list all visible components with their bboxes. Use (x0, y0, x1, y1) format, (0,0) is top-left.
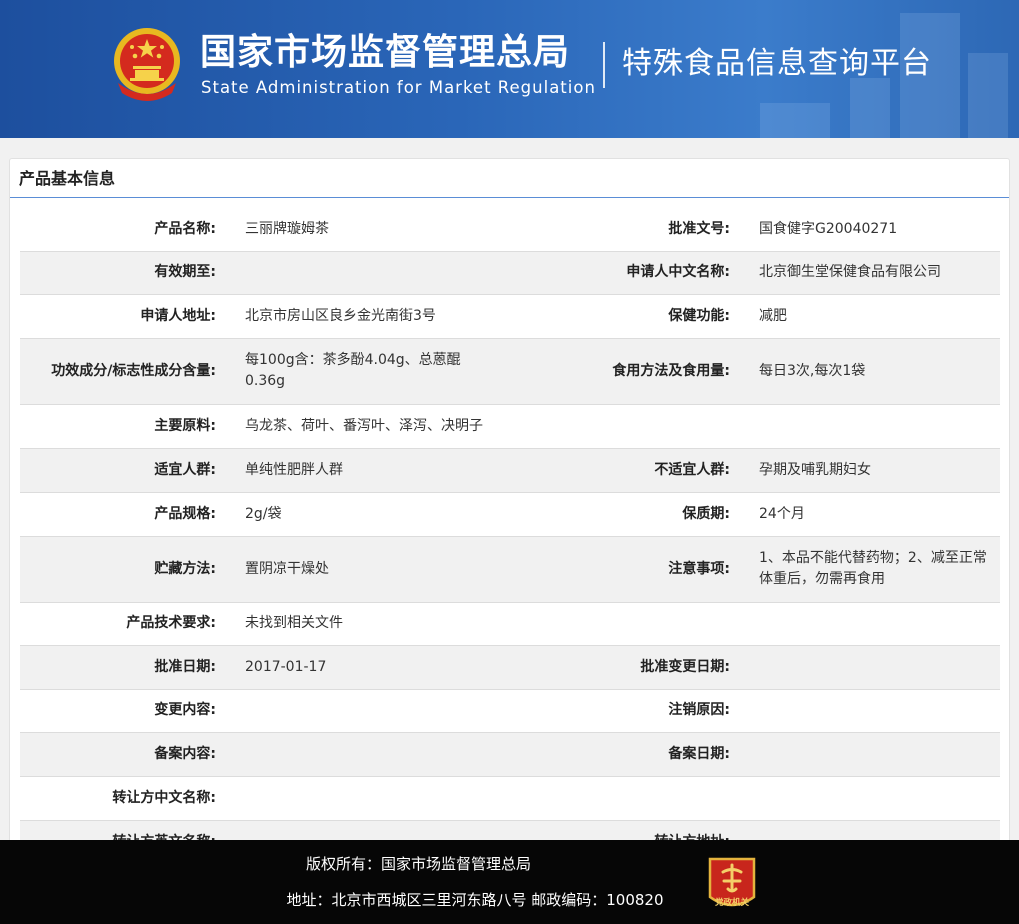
row-value: 乌龙茶、荷叶、番泻叶、泽泻、决明子 (226, 404, 493, 449)
row-value: 北京市房山区良乡金光南街3号 (226, 294, 493, 339)
row-label: 产品名称: (20, 208, 226, 252)
row-label: 产品规格: (20, 492, 226, 537)
table-row: 批准日期: 2017-01-17 批准变更日期: (20, 645, 1000, 690)
national-emblem-icon (114, 28, 180, 101)
row-value: 三丽牌璇姆茶 (226, 208, 493, 252)
row-label: 贮藏方法: (20, 536, 226, 603)
row-label: 注意事项: (493, 536, 740, 603)
table-row: 转让方中文名称: (20, 776, 1000, 821)
row-value: 2017-01-17 (226, 645, 493, 690)
row-label: 批准变更日期: (493, 645, 740, 690)
row-label (493, 404, 740, 449)
row-value: 每日3次,每次1袋 (740, 338, 1000, 405)
table-row: 产品名称: 三丽牌璇姆茶 批准文号: 国食健字G20040271 (20, 208, 1000, 252)
panel-title: 产品基本信息 (19, 169, 116, 188)
row-label: 转让方中文名称: (20, 776, 226, 821)
row-value (740, 689, 1000, 733)
table-row: 贮藏方法: 置阴凉干燥处 注意事项: 1、本品不能代替药物；2、减至正常体重后，… (20, 536, 1000, 603)
row-value (740, 602, 1000, 646)
row-value (740, 645, 1000, 690)
row-label: 有效期至: (20, 251, 226, 295)
row-value: 1、本品不能代替药物；2、减至正常体重后，勿需再食用 (740, 536, 1000, 603)
row-label: 批准文号: (493, 208, 740, 252)
table-row: 变更内容: 注销原因: (20, 689, 1000, 733)
party-government-badge-icon[interactable]: 党政机关 (706, 855, 758, 915)
row-label: 不适宜人群: (493, 448, 740, 493)
row-value: 国食健字G20040271 (740, 208, 1000, 252)
row-label: 保健功能: (493, 294, 740, 339)
site-footer: 版权所有：国家市场监督管理总局 地址：北京市西城区三里河东路八号 邮政编码：10… (0, 840, 1019, 924)
agency-name-en: State Administration for Market Regulati… (201, 78, 596, 97)
row-value: 减肥 (740, 294, 1000, 339)
row-label: 主要原料: (20, 404, 226, 449)
row-value (226, 732, 493, 777)
row-label: 注销原因: (493, 689, 740, 733)
panel-title-underline (10, 197, 1009, 198)
table-row: 申请人地址: 北京市房山区良乡金光南街3号 保健功能: 减肥 (20, 294, 1000, 339)
header-divider (603, 42, 605, 88)
row-value: 置阴凉干燥处 (226, 536, 493, 603)
row-value (226, 689, 493, 733)
row-value (740, 776, 1000, 821)
row-value: 24个月 (740, 492, 1000, 537)
table-row: 适宜人群: 单纯性肥胖人群 不适宜人群: 孕期及哺乳期妇女 (20, 448, 1000, 493)
site-header: 国家市场监督管理总局 State Administration for Mark… (0, 0, 1019, 138)
row-label: 申请人地址: (20, 294, 226, 339)
row-value: 未找到相关文件 (226, 602, 493, 646)
row-value (740, 404, 1000, 449)
row-label: 申请人中文名称: (493, 251, 740, 295)
row-value (226, 251, 493, 295)
row-value: 每100g含：茶多酚4.04g、总蒽醌0.36g (226, 338, 493, 405)
row-label (493, 776, 740, 821)
row-label: 备案内容: (20, 732, 226, 777)
table-row: 主要原料: 乌龙茶、荷叶、番泻叶、泽泻、决明子 (20, 404, 1000, 449)
table-row: 产品规格: 2g/袋 保质期: 24个月 (20, 492, 1000, 537)
table-row: 产品技术要求: 未找到相关文件 (20, 602, 1000, 646)
platform-name: 特殊食品信息查询平台 (622, 46, 932, 81)
footer-address: 地址：北京市西城区三里河东路八号 邮政编码：100820 (286, 891, 664, 909)
row-label (493, 602, 740, 646)
agency-name-cn: 国家市场监督管理总局 (200, 32, 571, 73)
table-row: 备案内容: 备案日期: (20, 732, 1000, 777)
table-row: 有效期至: 申请人中文名称: 北京御生堂保健食品有限公司 (20, 251, 1000, 295)
row-label: 变更内容: (20, 689, 226, 733)
row-value: 单纯性肥胖人群 (226, 448, 493, 493)
row-label: 食用方法及食用量: (493, 338, 740, 405)
row-value (226, 776, 493, 821)
row-value: 北京御生堂保健食品有限公司 (740, 251, 1000, 295)
row-label: 功效成分/标志性成分含量: (20, 338, 226, 405)
row-value: 2g/袋 (226, 492, 493, 537)
svg-text:党政机关: 党政机关 (715, 897, 750, 908)
row-label: 批准日期: (20, 645, 226, 690)
row-label: 保质期: (493, 492, 740, 537)
row-label: 产品技术要求: (20, 602, 226, 646)
row-label: 备案日期: (493, 732, 740, 777)
table-row: 功效成分/标志性成分含量: 每100g含：茶多酚4.04g、总蒽醌0.36g 食… (20, 338, 1000, 405)
row-value: 孕期及哺乳期妇女 (740, 448, 1000, 493)
row-label: 适宜人群: (20, 448, 226, 493)
row-value (740, 732, 1000, 777)
product-info-table: 产品名称: 三丽牌璇姆茶 批准文号: 国食健字G20040271 有效期至: 申… (20, 208, 1000, 865)
